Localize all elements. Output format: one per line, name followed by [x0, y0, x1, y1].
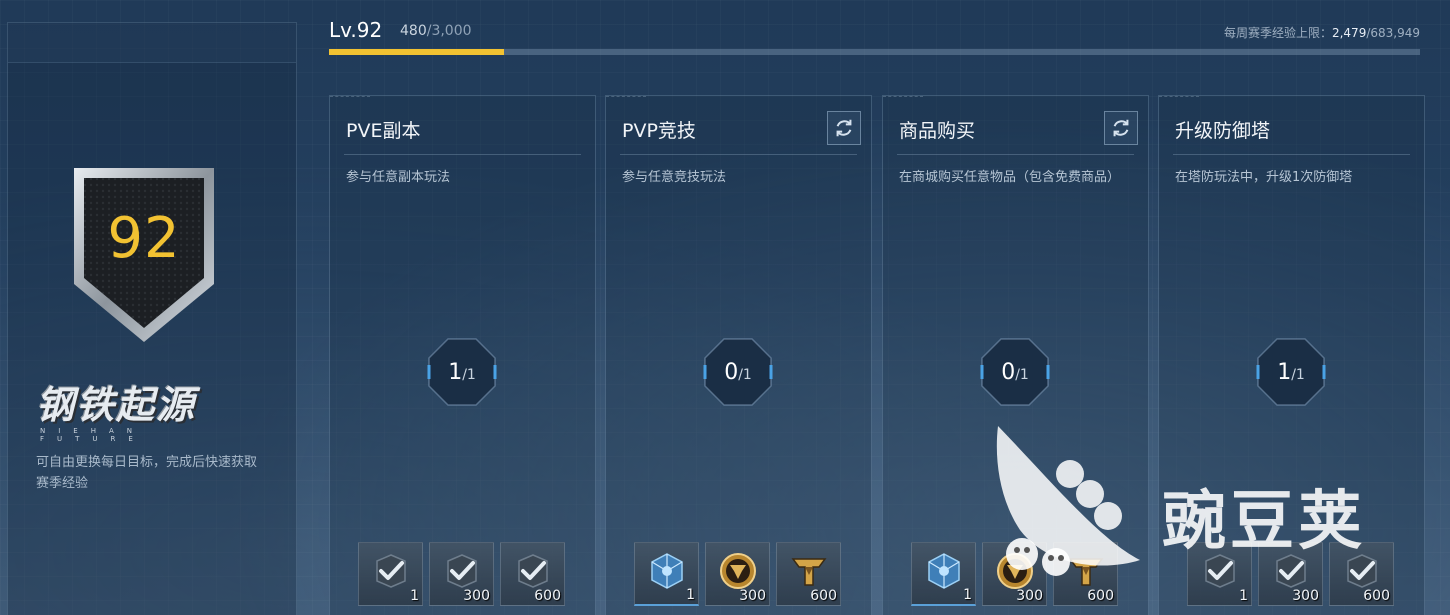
checkmark-badge-icon [1205, 554, 1235, 588]
reward-list: 1 300 600 [1187, 542, 1394, 606]
refresh-icon [1113, 119, 1129, 137]
exp-max: /3,000 [426, 23, 472, 39]
task-description: 参与任意副本玩法 [346, 170, 451, 185]
weekly-current: 2,479 [1331, 26, 1367, 40]
exp-current: 480 [400, 23, 427, 39]
reward-quantity: 1 [686, 587, 695, 603]
checkmark-badge-icon [1347, 554, 1377, 588]
task-total-count: /1 [738, 367, 752, 383]
rank-number: 92 [107, 206, 181, 271]
task-card: PVE副本 参与任意副本玩法 1/1 1 300 600 [329, 95, 596, 615]
task-total-count: /1 [1015, 367, 1029, 383]
reward-item[interactable]: 600 [776, 542, 841, 606]
gold-emblem-icon [1068, 558, 1104, 586]
task-title: PVE副本 [346, 120, 421, 142]
task-title: 商品购买 [899, 120, 976, 142]
checkmark-badge-icon [447, 554, 477, 588]
level-progress-bar [329, 49, 1420, 55]
task-total-count: /1 [462, 367, 476, 383]
crystal-cube-icon [651, 553, 683, 589]
reward-quantity: 1 [410, 588, 419, 604]
reward-quantity: 300 [463, 588, 490, 604]
task-progress-counter: 1/1 [1256, 337, 1326, 407]
task-card: PVP竞技参与任意竞技玩法 0/1 1 300 600 [605, 95, 872, 615]
reward-quantity: 600 [1363, 588, 1390, 604]
panel-description: 可自由更换每日目标，完成后快速获取赛季经验 [36, 455, 258, 491]
reward-list: 1 300 600 [358, 542, 565, 606]
reward-quantity: 600 [810, 588, 837, 604]
reward-item[interactable]: 1 [911, 542, 976, 606]
reward-quantity: 600 [1087, 588, 1114, 604]
task-card: 升级防御塔 在塔防玩法中，升级1次防御塔 1/1 1 300 600 [1158, 95, 1425, 615]
title-divider [1173, 154, 1410, 155]
reward-item[interactable]: 300 [429, 542, 494, 606]
rank-shield-badge: 92 [70, 164, 218, 346]
crystal-cube-icon [928, 553, 960, 589]
task-progress-counter: 0/1 [703, 337, 773, 407]
reward-list: 1 300 600 [634, 542, 841, 606]
task-done-count: 1 [448, 359, 463, 385]
refresh-icon [836, 119, 852, 137]
reward-quantity: 300 [739, 588, 766, 604]
reward-item[interactable]: 1 [358, 542, 423, 606]
logo-subtitle: NIEHAN FUTURE [40, 427, 146, 443]
task-progress-counter: 0/1 [980, 337, 1050, 407]
gold-coin-icon [720, 553, 756, 589]
panel-header [8, 23, 296, 63]
refresh-task-button[interactable] [827, 111, 861, 145]
gold-coin-icon [997, 553, 1033, 589]
reward-item[interactable]: 1 [634, 542, 699, 606]
task-done-count: 1 [1277, 359, 1292, 385]
reward-quantity: 1 [1239, 588, 1248, 604]
reward-quantity: 600 [534, 588, 561, 604]
weekly-exp-cap: 每周赛季经验上限：2,479/683,949 [1224, 24, 1420, 41]
task-progress-counter: 1/1 [427, 337, 497, 407]
gold-emblem-icon [791, 558, 827, 586]
task-title: 升级防御塔 [1175, 120, 1271, 142]
reward-quantity: 300 [1016, 588, 1043, 604]
task-done-count: 0 [724, 359, 739, 385]
level-label: Lv.92 [329, 18, 383, 42]
task-description: 参与任意竞技玩法 [622, 170, 727, 185]
task-title: PVP竞技 [622, 120, 696, 142]
reward-item[interactable]: 1 [1187, 542, 1252, 606]
task-total-count: /1 [1291, 367, 1305, 383]
reward-item[interactable]: 600 [500, 542, 565, 606]
checkmark-badge-icon [518, 554, 548, 588]
title-divider [897, 154, 1134, 155]
title-divider [620, 154, 857, 155]
reward-item[interactable]: 600 [1053, 542, 1118, 606]
reward-item[interactable]: 600 [1329, 542, 1394, 606]
task-done-count: 0 [1001, 359, 1016, 385]
level-progress-fill [329, 49, 504, 55]
title-divider [344, 154, 581, 155]
level-exp: 480/3,000 [400, 23, 472, 39]
refresh-task-button[interactable] [1104, 111, 1138, 145]
checkmark-badge-icon [1276, 554, 1306, 588]
logo-title: 钢铁起源 [36, 383, 197, 427]
reward-quantity: 1 [963, 587, 972, 603]
checkmark-badge-icon [376, 554, 406, 588]
reward-item[interactable]: 300 [982, 542, 1047, 606]
weekly-max: /683,949 [1366, 26, 1420, 40]
game-logo: 钢铁起源 NIEHAN FUTURE [36, 374, 256, 443]
task-description: 在商城购买任意物品（包含免费商品） [899, 170, 1121, 185]
reward-item[interactable]: 300 [705, 542, 770, 606]
task-description: 在塔防玩法中，升级1次防御塔 [1175, 170, 1353, 185]
reward-quantity: 300 [1292, 588, 1319, 604]
reward-list: 1 300 600 [911, 542, 1118, 606]
task-card: 商品购买在商城购买任意物品（包含免费商品） 0/1 1 300 600 [882, 95, 1149, 615]
weekly-label: 每周赛季经验上限： [1223, 26, 1332, 40]
reward-item[interactable]: 300 [1258, 542, 1323, 606]
